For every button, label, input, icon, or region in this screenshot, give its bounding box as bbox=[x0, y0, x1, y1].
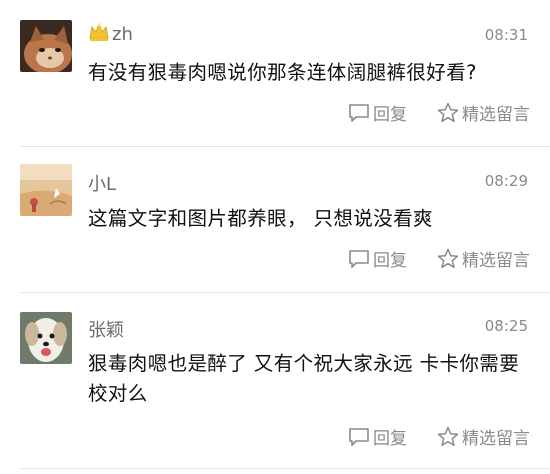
divider bbox=[20, 468, 550, 469]
feature-label: 精选留言 bbox=[462, 105, 530, 125]
divider bbox=[20, 146, 550, 147]
commenter-name[interactable]: 张颖 bbox=[88, 316, 124, 342]
reply-icon bbox=[349, 427, 369, 446]
reply-label: 回复 bbox=[373, 105, 407, 125]
avatar[interactable] bbox=[20, 164, 72, 216]
divider bbox=[20, 292, 550, 293]
commenter-name[interactable]: zh bbox=[88, 22, 133, 47]
star-icon bbox=[437, 248, 459, 269]
commenter-name-label: 小L bbox=[88, 174, 117, 195]
comment-time: 08:31 bbox=[484, 26, 528, 44]
feature-button[interactable]: 精选留言 bbox=[437, 100, 530, 125]
comment-actions: 回复 精选留言 bbox=[348, 246, 530, 271]
dog-avatar-image bbox=[20, 312, 72, 364]
comment-text: 这篇文字和图片都养眼， 只想说没看爽 bbox=[88, 207, 433, 230]
reply-button[interactable]: 回复 bbox=[348, 100, 407, 125]
feature-button[interactable]: 精选留言 bbox=[437, 246, 530, 271]
commenter-name-label: 张颖 bbox=[88, 320, 124, 341]
avatar[interactable] bbox=[20, 20, 72, 72]
feature-label: 精选留言 bbox=[462, 251, 530, 271]
commenter-name-label: zh bbox=[112, 24, 133, 45]
comment-time: 08:25 bbox=[484, 317, 528, 335]
beach-avatar-image bbox=[20, 164, 72, 216]
comment-text: 狠毒肉嗯也是醉了 又有个祝大家永远 卡卡你需要校对么 bbox=[88, 352, 520, 405]
reply-icon bbox=[349, 103, 369, 122]
reply-label: 回复 bbox=[373, 251, 407, 271]
comment-actions: 回复 精选留言 bbox=[348, 424, 530, 449]
feature-label: 精选留言 bbox=[462, 429, 530, 449]
cat-avatar-image bbox=[20, 20, 72, 72]
commenter-name[interactable]: 小L bbox=[88, 170, 116, 196]
reply-label: 回复 bbox=[373, 429, 407, 449]
reply-button[interactable]: 回复 bbox=[348, 424, 407, 449]
avatar[interactable] bbox=[20, 312, 72, 364]
star-icon bbox=[437, 102, 459, 123]
comment-text: 有没有狠毒肉嗯说你那条连体阔腿裤很好看? bbox=[88, 61, 477, 84]
comment-actions: 回复 精选留言 bbox=[348, 100, 530, 125]
feature-button[interactable]: 精选留言 bbox=[437, 424, 530, 449]
comment-time: 08:29 bbox=[484, 172, 528, 190]
reply-button[interactable]: 回复 bbox=[348, 246, 407, 271]
reply-icon bbox=[349, 249, 369, 268]
crown-icon bbox=[88, 22, 110, 47]
star-icon bbox=[437, 426, 459, 447]
